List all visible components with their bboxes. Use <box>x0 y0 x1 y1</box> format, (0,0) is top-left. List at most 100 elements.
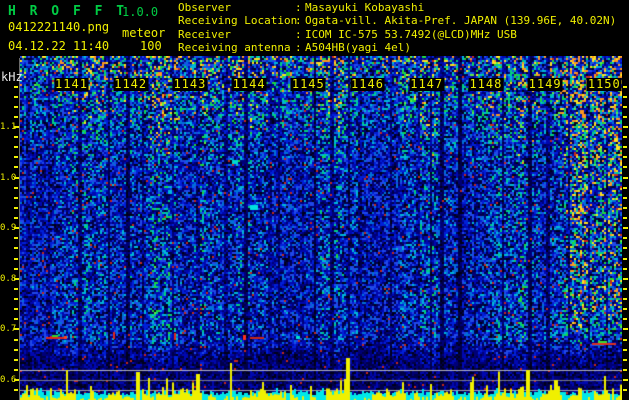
freq-axis-unit: kHz <box>1 70 23 84</box>
axis-tick <box>623 86 627 88</box>
axis-tick <box>14 136 18 138</box>
axis-tick <box>623 177 628 179</box>
axis-tick <box>14 308 18 310</box>
axis-tick <box>623 96 627 98</box>
axis-tick <box>623 369 627 371</box>
axis-tick <box>14 328 19 330</box>
axis-tick <box>623 207 627 209</box>
axis-tick <box>623 126 628 128</box>
info-label: Receiving antenna <box>178 41 291 55</box>
info-row: Receiving antenna: A504HB(yagi 4el) <box>178 41 616 54</box>
axis-tick <box>14 288 18 290</box>
time-label: 1144 <box>231 77 267 91</box>
info-value: ICOM IC-575 53.7492(@LCD)MHz USB <box>305 27 517 41</box>
info-colon: : <box>295 14 302 28</box>
axis-tick <box>623 166 627 168</box>
info-row: Receiving Location: Ogata-vill. Akita-Pre… <box>178 14 616 27</box>
axis-tick <box>14 126 19 128</box>
axis-tick <box>623 318 627 320</box>
axis-tick <box>14 166 18 168</box>
axis-tick <box>14 369 18 371</box>
info-colon: : <box>295 27 302 41</box>
axis-tick <box>14 86 18 88</box>
axis-tick <box>623 298 627 300</box>
freq-tick-label: 0.8 <box>0 273 17 284</box>
axis-tick <box>623 258 627 260</box>
info-colon: : <box>295 41 302 55</box>
app-version: 1.0.0 <box>122 5 159 19</box>
axis-tick <box>14 156 18 158</box>
axis-tick <box>14 197 18 199</box>
axis-tick <box>14 268 18 270</box>
info-value: Ogata-vill. Akita-Pref. JAPAN (139.96E, … <box>305 14 617 28</box>
axis-tick <box>14 278 19 280</box>
axis-tick <box>623 379 628 381</box>
time-label: 1145 <box>290 77 326 91</box>
axis-tick <box>14 207 18 209</box>
axis-tick <box>623 349 627 351</box>
time-label: 1142 <box>113 77 149 91</box>
info-label: Observer <box>178 1 231 14</box>
info-label: Receiver <box>178 27 231 41</box>
axis-tick <box>14 359 18 361</box>
axis-tick <box>623 308 627 310</box>
axis-tick <box>14 237 18 239</box>
axis-tick <box>14 96 18 98</box>
axis-tick <box>623 268 627 270</box>
observer-info-table: Observer: Masayuki Kobayashi Receiving Loc… <box>178 1 616 55</box>
time-label: 1147 <box>409 77 445 91</box>
hrofft-output: H R O F F T 1.0.0 0412221140.png meteor … <box>0 0 629 400</box>
axis-tick <box>623 217 627 219</box>
axis-tick <box>14 258 18 260</box>
axis-tick <box>14 349 18 351</box>
freq-tick-label: 1.1 <box>0 122 17 132</box>
spectrogram-canvas <box>20 56 622 400</box>
axis-tick <box>14 217 18 219</box>
axis-tick <box>14 379 19 381</box>
axis-tick <box>14 227 19 229</box>
freq-tick-label: 0.7 <box>0 324 17 335</box>
axis-tick <box>623 247 627 249</box>
freq-tick-label: 1.0 <box>0 172 17 183</box>
info-value: A504HB(yagi 4el) <box>305 41 411 55</box>
time-label: 1148 <box>468 77 504 91</box>
info-row: Observer: Masayuki Kobayashi <box>178 1 616 14</box>
axis-tick <box>14 247 18 249</box>
axis-tick <box>623 328 628 330</box>
axis-tick <box>623 197 627 199</box>
axis-tick <box>623 237 627 239</box>
plot-left-border <box>19 58 20 400</box>
freq-tick-label: 0.9 <box>0 223 17 234</box>
axis-tick <box>623 116 627 118</box>
axis-tick <box>14 339 18 341</box>
time-label: 1150 <box>586 77 622 91</box>
axis-tick <box>623 288 627 290</box>
time-label: 1141 <box>54 77 89 91</box>
axis-tick <box>623 156 627 158</box>
freq-tick-label: 0.6 <box>0 375 17 385</box>
output-filename: 0412221140.png <box>8 20 110 34</box>
app-title: H R O F F T <box>8 4 128 19</box>
axis-tick <box>623 136 627 138</box>
axis-tick <box>14 146 18 148</box>
axis-tick <box>623 389 627 391</box>
info-label: Receiving Location <box>178 14 298 28</box>
axis-tick <box>623 227 628 229</box>
info-row: Receiver: ICOM IC-575 53.7492(@LCD)MHz US… <box>178 28 616 41</box>
axis-tick <box>14 177 19 179</box>
time-label: 1146 <box>350 77 385 91</box>
axis-tick <box>14 298 18 300</box>
record-datetime: 04.12.22 11:40 <box>8 39 110 53</box>
time-label: 1143 <box>172 77 208 91</box>
axis-tick <box>623 146 627 148</box>
axis-tick <box>623 359 627 361</box>
axis-tick <box>623 106 627 108</box>
info-value: Masayuki Kobayashi <box>305 1 425 14</box>
time-label: 1149 <box>527 77 563 91</box>
axis-tick <box>14 389 18 391</box>
axis-tick <box>14 318 18 320</box>
axis-tick <box>14 187 18 189</box>
axis-tick <box>623 339 627 341</box>
mode-label: meteor <box>122 26 166 40</box>
sample-count: 100 <box>140 39 162 53</box>
